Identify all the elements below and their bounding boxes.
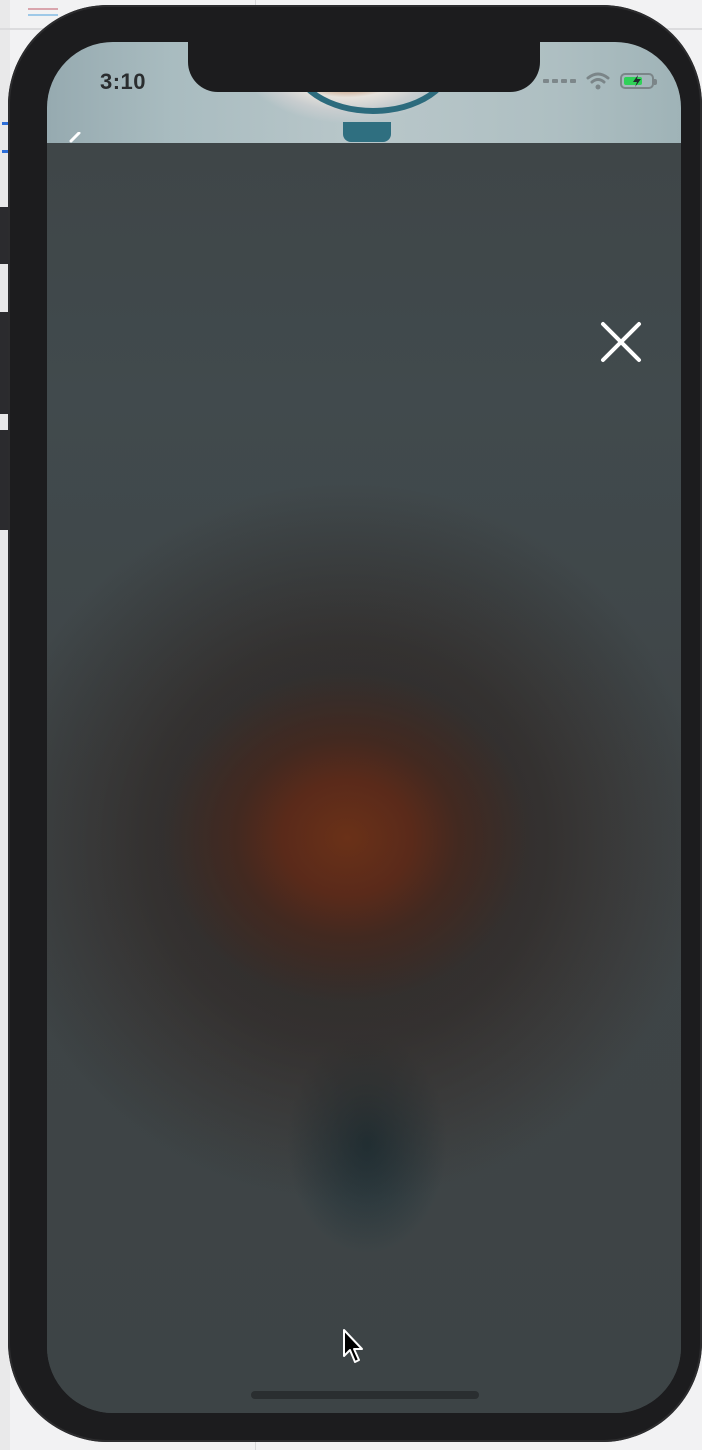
phone-frame: 3:10 bbox=[8, 5, 702, 1442]
status-icons bbox=[543, 72, 657, 90]
cup-handle bbox=[343, 122, 391, 142]
phone-screen: 3:10 bbox=[47, 42, 681, 1413]
home-indicator[interactable] bbox=[251, 1391, 479, 1399]
cellular-signal-icon bbox=[543, 79, 576, 83]
status-time: 3:10 bbox=[100, 69, 147, 94]
close-icon[interactable] bbox=[599, 320, 643, 364]
device-notch bbox=[188, 42, 540, 92]
bolt-icon bbox=[633, 75, 641, 87]
wifi-icon bbox=[586, 72, 610, 90]
blur-overlay bbox=[47, 143, 681, 1413]
battery-charging-icon bbox=[620, 73, 657, 89]
mouse-pointer-icon bbox=[343, 1329, 363, 1363]
